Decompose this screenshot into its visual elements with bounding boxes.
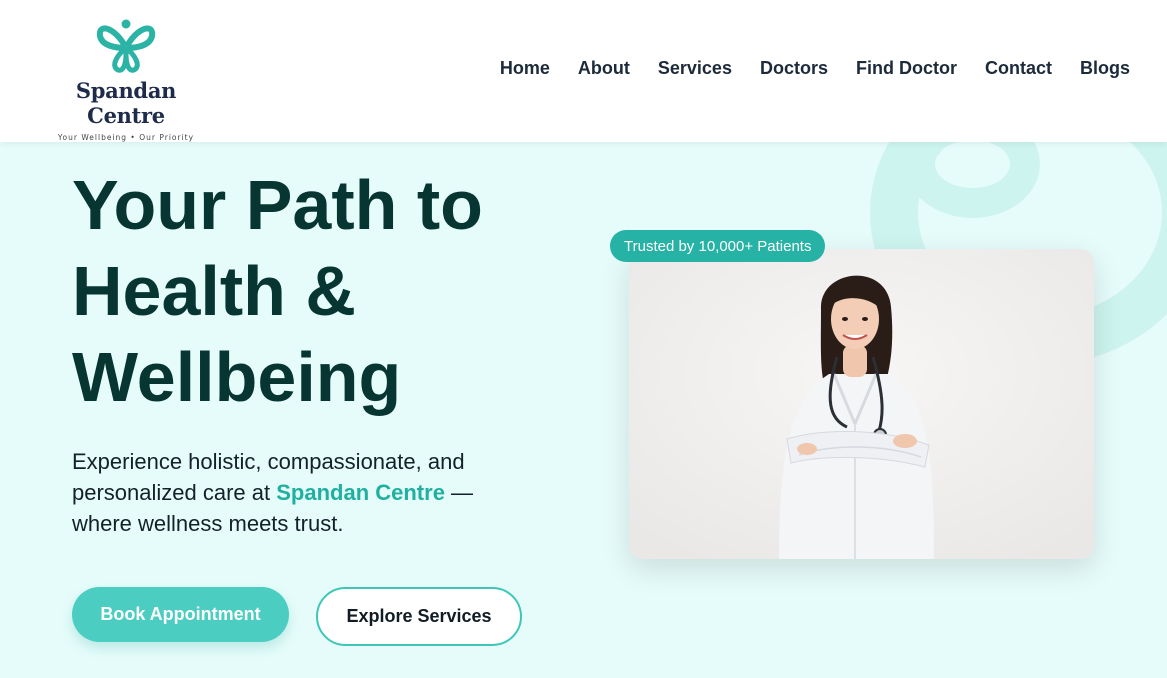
main-nav: Home About Services Doctors Find Doctor … xyxy=(500,58,1130,79)
doctor-photo xyxy=(629,249,1094,559)
book-appointment-button[interactable]: Book Appointment xyxy=(72,587,289,642)
nav-contact[interactable]: Contact xyxy=(985,58,1052,79)
nav-about[interactable]: About xyxy=(578,58,630,79)
nav-services[interactable]: Services xyxy=(658,58,732,79)
logo[interactable]: Spandan Centre Your Wellbeing • Our Prio… xyxy=(36,18,216,142)
hero-title-line-3: Wellbeing xyxy=(72,338,402,416)
hero-title-line-1: Your Path to xyxy=(72,166,483,244)
hero-image-card xyxy=(629,249,1094,559)
logo-tagline: Your Wellbeing • Our Priority xyxy=(57,133,195,142)
hero-description: Experience holistic, compassionate, and … xyxy=(72,446,522,539)
nav-home[interactable]: Home xyxy=(500,58,550,79)
explore-services-button[interactable]: Explore Services xyxy=(316,587,522,646)
site-header: Spandan Centre Your Wellbeing • Our Prio… xyxy=(0,0,1167,142)
trusted-badge: Trusted by 10,000+ Patients xyxy=(610,230,826,262)
logo-name: Spandan Centre xyxy=(75,78,177,128)
hero-title-line-2: Health & xyxy=(72,252,356,330)
butterfly-logo-icon xyxy=(96,19,156,73)
nav-blogs[interactable]: Blogs xyxy=(1080,58,1130,79)
nav-doctors[interactable]: Doctors xyxy=(760,58,828,79)
nav-find-doctor[interactable]: Find Doctor xyxy=(856,58,957,79)
hero-title: Your Path to Health & Wellbeing xyxy=(72,162,552,420)
hero-desc-brand: Spandan Centre xyxy=(276,480,445,505)
